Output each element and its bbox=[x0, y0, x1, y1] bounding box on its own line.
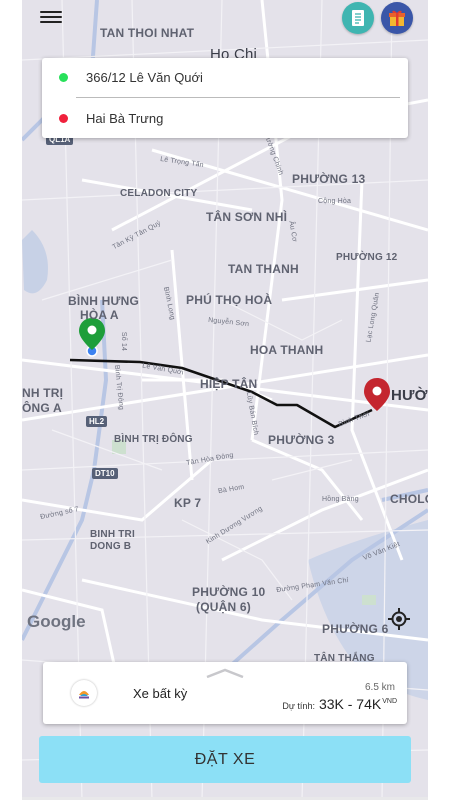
chevron-up-icon[interactable] bbox=[205, 668, 245, 678]
fare-estimate: Dự tính: 33K - 74K VND bbox=[282, 696, 397, 712]
destination-dot-icon bbox=[59, 113, 68, 123]
map-label: PHƯỜNG 10 bbox=[192, 585, 266, 599]
route-card: 366/12 Lê Văn Quới Hai Bà Trưng bbox=[42, 58, 408, 138]
map-label: BÌNH HƯNG bbox=[68, 294, 140, 308]
estimate-label: Dự tính: bbox=[282, 701, 315, 711]
estimate-value: 33K - 74K bbox=[318, 696, 382, 712]
map-label: PHÚ THỌ HOÀ bbox=[186, 293, 273, 307]
map-label: TÂN SƠN NHÌ bbox=[206, 210, 288, 224]
hamburger-menu-icon[interactable] bbox=[40, 8, 62, 26]
map-label: HOA THANH bbox=[250, 343, 324, 357]
app-screen: TAN THOI NHAT Ho Chi CELADON CITY TÂN SƠ… bbox=[0, 0, 450, 800]
my-location-icon[interactable] bbox=[388, 608, 410, 630]
map-label: PHƯỜNG 3 bbox=[268, 433, 335, 447]
street-label: Hồng Bàng bbox=[322, 496, 359, 503]
map-label: KP 7 bbox=[174, 496, 202, 510]
map-label: DONG B bbox=[90, 541, 132, 552]
map-label: CHOLO bbox=[390, 492, 428, 506]
map-label: TAN THANH bbox=[228, 262, 299, 276]
map-label: HÒA A bbox=[80, 308, 119, 322]
map-label: NH TRỊ bbox=[22, 386, 64, 400]
destination-row[interactable]: Hai Bà Trưng bbox=[42, 100, 408, 136]
map-label: HƯỜN bbox=[391, 387, 428, 404]
map-label: BINH TRI bbox=[90, 529, 135, 540]
map-label: CELADON CITY bbox=[120, 188, 198, 199]
divider bbox=[76, 97, 400, 98]
book-ride-button[interactable]: ĐẶT XE bbox=[39, 736, 411, 783]
currency-label: VND bbox=[382, 698, 397, 705]
map-label: PHƯỜNG 12 bbox=[336, 252, 398, 263]
highway-shield: DT10 bbox=[92, 468, 118, 479]
vehicle-type: Xe bất kỳ bbox=[133, 686, 188, 701]
street-label: Số 14 bbox=[120, 331, 128, 352]
map-label: ÔNG A bbox=[22, 401, 62, 415]
trip-distance: 6.5 km bbox=[364, 682, 395, 693]
map-label: PHƯỜNG 6 bbox=[322, 622, 389, 636]
map-label: (QUẬN 6) bbox=[196, 600, 251, 614]
map-label: TAN THOI NHAT bbox=[100, 26, 195, 40]
vehicle-logo-icon bbox=[71, 680, 97, 706]
google-logo: Google bbox=[27, 612, 86, 631]
street-label: Cộng Hòa bbox=[318, 198, 352, 205]
gift-icon[interactable] bbox=[381, 2, 413, 34]
map-label: PHƯỜNG 13 bbox=[292, 172, 366, 186]
receipt-icon[interactable] bbox=[342, 2, 374, 34]
highway-shield: HL2 bbox=[86, 416, 108, 427]
origin-address: 366/12 Lê Văn Quới bbox=[86, 69, 203, 85]
origin-row[interactable]: 366/12 Lê Văn Quới bbox=[42, 59, 408, 95]
map-label: BÌNH TRỊ ĐÔNG bbox=[114, 434, 193, 445]
destination-address: Hai Bà Trưng bbox=[86, 110, 164, 126]
origin-dot-icon bbox=[59, 72, 68, 82]
map-label: HIỆP TÂN bbox=[200, 377, 258, 391]
